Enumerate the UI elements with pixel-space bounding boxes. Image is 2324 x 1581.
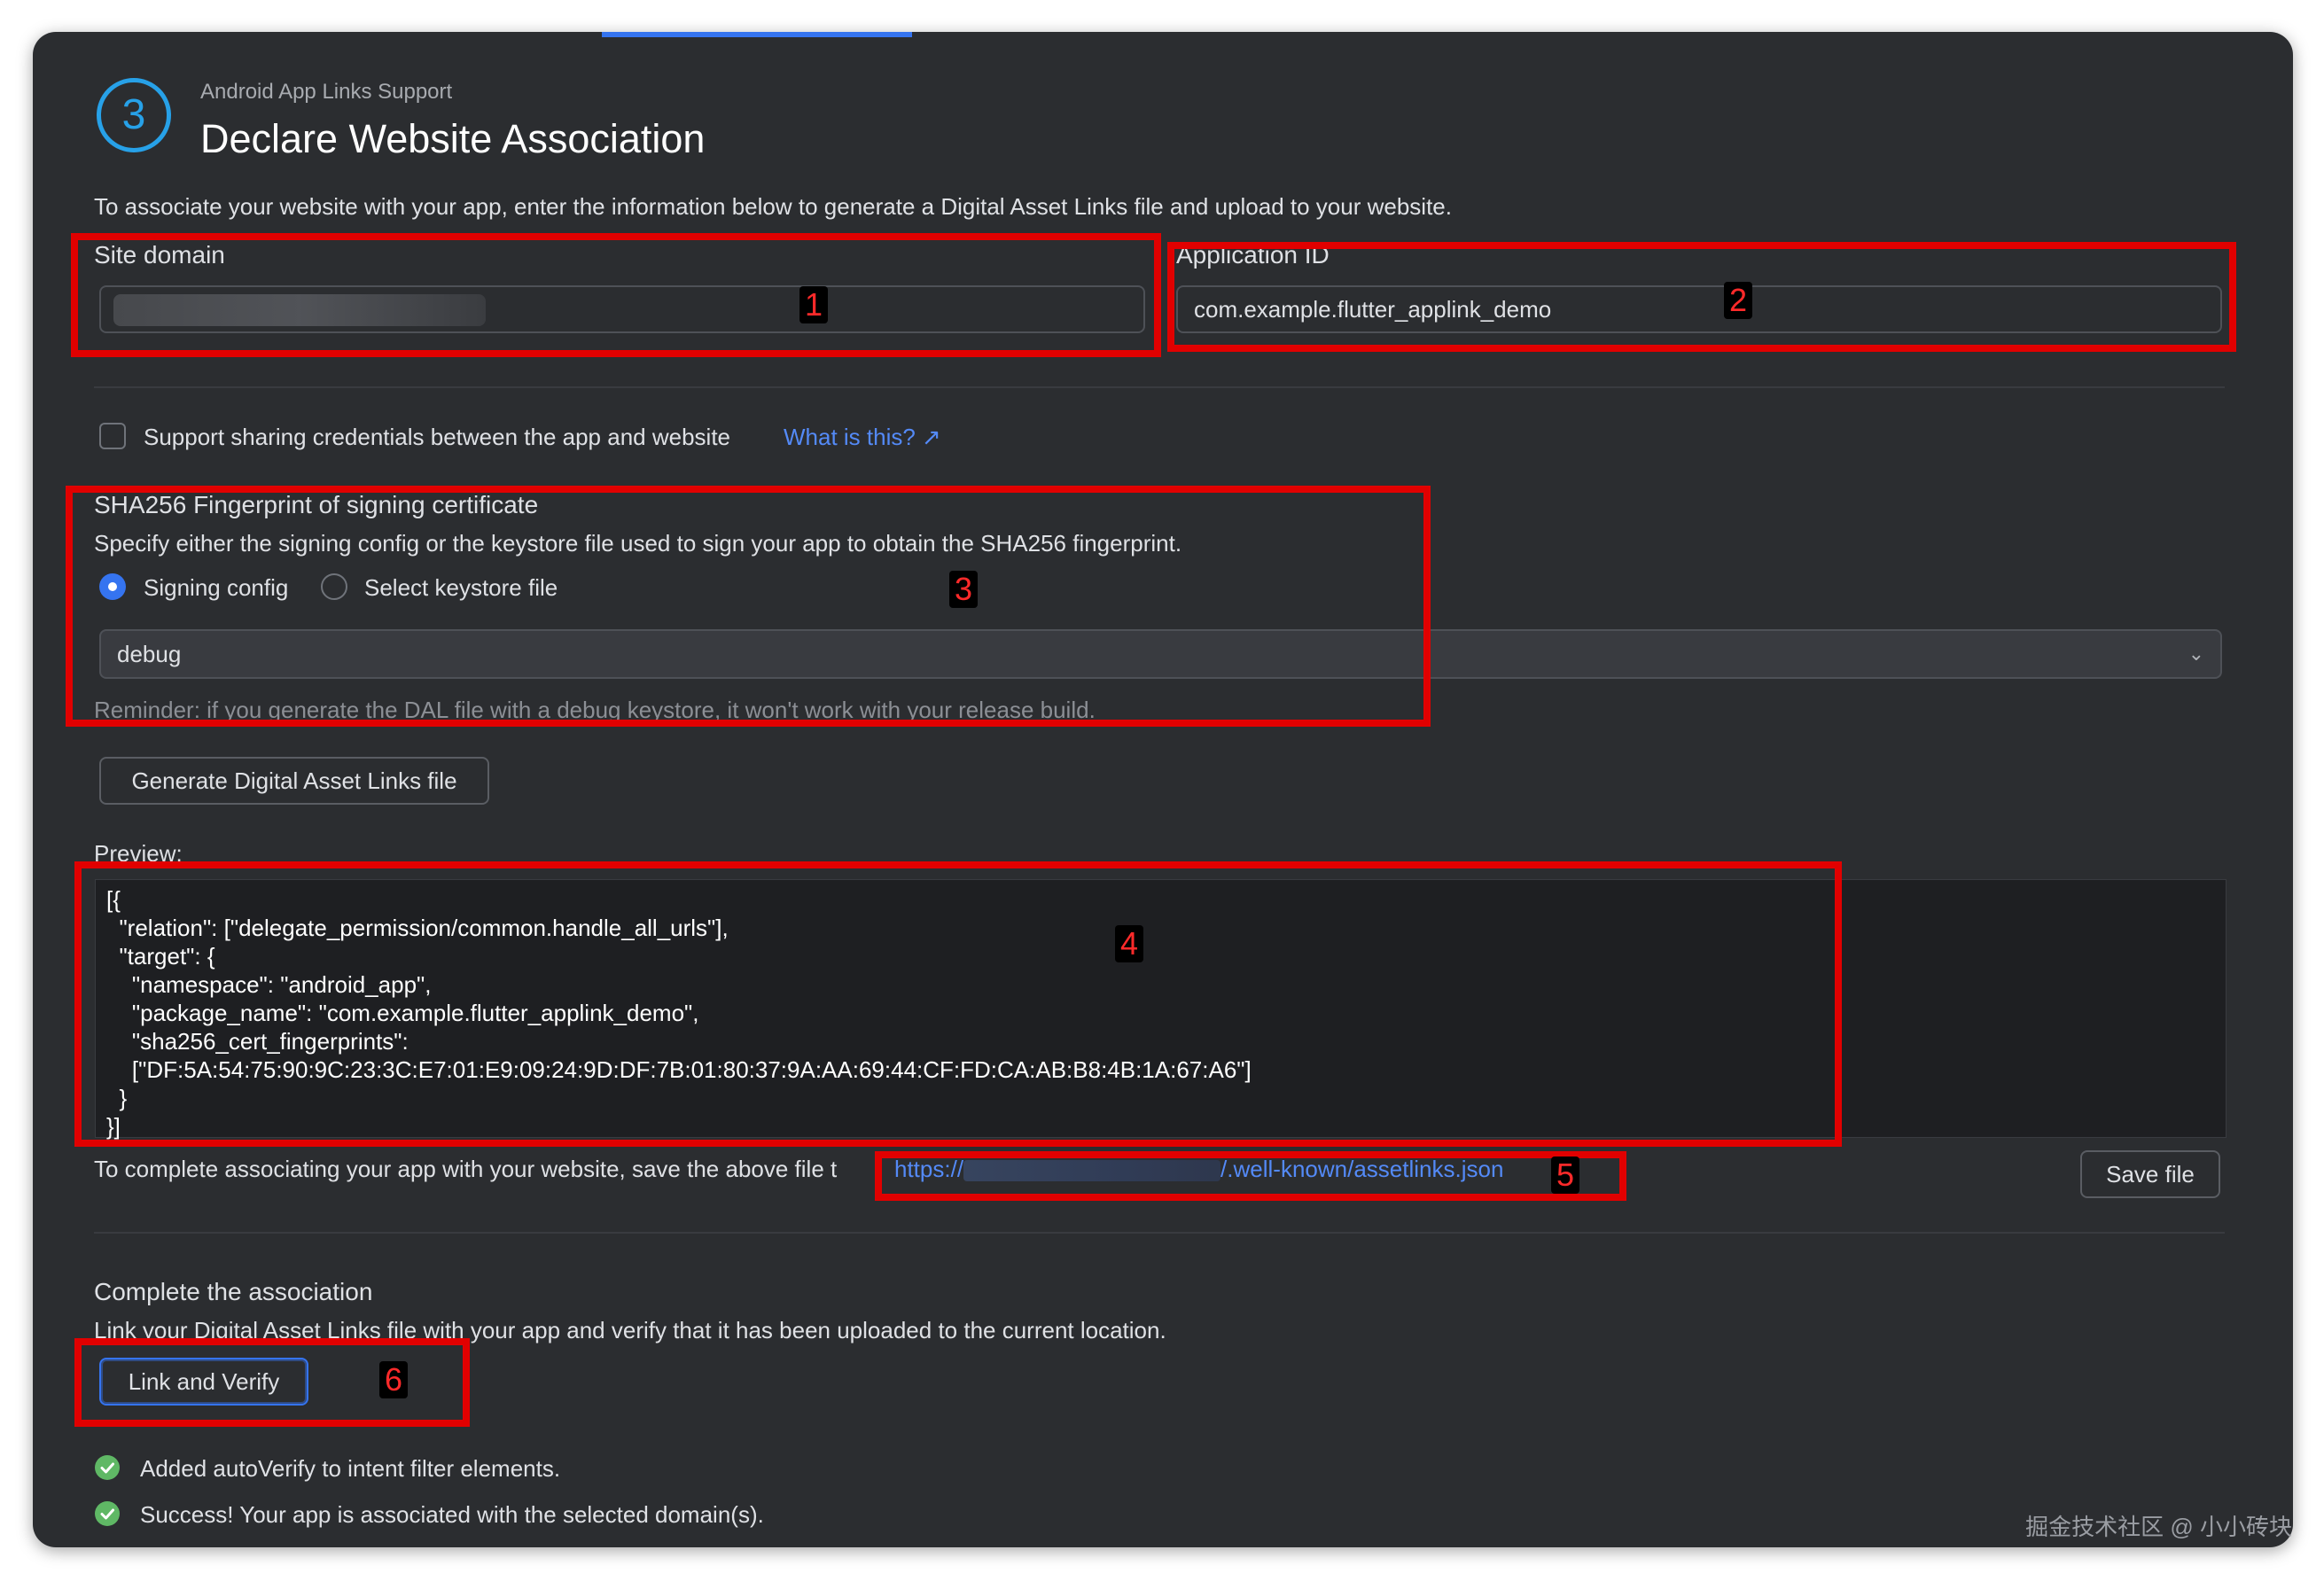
save-instructions: To complete associating your app with yo… [94, 1156, 838, 1182]
watermark: 掘金技术社区 @ 小小砖块 [2025, 1514, 2292, 1540]
top-progress-bar [602, 32, 912, 37]
url-suffix: /.well-known/assetlinks.json [1220, 1156, 1504, 1182]
page-description: To associate your website with your app,… [94, 193, 1452, 220]
preview-label: Preview: [94, 840, 183, 867]
annotation-number-6: 6 [379, 1361, 409, 1398]
annotation-number-3: 3 [949, 571, 979, 608]
url-prefix: https:// [894, 1156, 964, 1182]
result-autoverify: Added autoVerify to intent filter elemen… [140, 1455, 561, 1482]
signing-config-selected: debug [117, 641, 182, 667]
complete-description: Link your Digital Asset Links file with … [94, 1317, 1166, 1343]
page-subtitle: Android App Links Support [200, 80, 453, 104]
site-domain-label: Site domain [94, 241, 225, 269]
preview-textarea[interactable]: [{ "relation": ["delegate_permission/com… [95, 879, 2227, 1140]
site-domain-input[interactable] [99, 285, 1145, 333]
signing-config-dropdown[interactable]: debug ⌄ [99, 629, 2222, 679]
signing-config-radio[interactable] [99, 573, 126, 600]
success-check-icon [95, 1501, 120, 1526]
assetlinks-url-link[interactable]: https:// /.well-known/assetlinks.json [894, 1156, 1503, 1183]
step-number-badge: 3 [97, 78, 171, 152]
preview-content: [{ "relation": ["delegate_permission/com… [106, 886, 1252, 1140]
redacted-url-domain [963, 1160, 1221, 1182]
divider [94, 1232, 2225, 1234]
annotation-number-2: 2 [1724, 282, 1753, 319]
annotation-number-5: 5 [1551, 1157, 1580, 1194]
success-check-icon [95, 1455, 120, 1480]
complete-title: Complete the association [94, 1278, 373, 1305]
assistant-window: 3 Android App Links Support Declare Webs… [33, 32, 2293, 1547]
save-file-button[interactable]: Save file [2080, 1150, 2220, 1198]
divider [94, 386, 2225, 388]
debug-reminder: Reminder: if you generate the DAL file w… [94, 697, 1096, 723]
credentials-label: Support sharing credentials between the … [144, 424, 730, 450]
redacted-domain [113, 294, 486, 326]
page-title: Declare Website Association [200, 116, 706, 161]
what-is-this-link[interactable]: What is this? ↗ [784, 424, 941, 451]
generate-dal-button[interactable]: Generate Digital Asset Links file [99, 757, 489, 805]
annotation-number-4: 4 [1115, 925, 1144, 962]
result-success: Success! Your app is associated with the… [140, 1501, 764, 1528]
chevron-down-icon: ⌄ [2188, 643, 2204, 665]
link-and-verify-button[interactable]: Link and Verify [99, 1358, 308, 1406]
fingerprint-title: SHA256 Fingerprint of signing certificat… [94, 491, 539, 518]
application-id-input[interactable]: com.example.flutter_applink_demo [1176, 285, 2222, 333]
application-id-label: Application ID [1176, 241, 1330, 269]
keystore-file-radio[interactable] [321, 573, 347, 600]
signing-config-label: Signing config [144, 574, 289, 601]
application-id-value: com.example.flutter_applink_demo [1194, 296, 1552, 323]
credentials-checkbox[interactable] [99, 423, 126, 449]
annotation-number-1: 1 [799, 286, 829, 323]
fingerprint-description: Specify either the signing config or the… [94, 530, 1182, 557]
keystore-file-label: Select keystore file [364, 574, 558, 601]
